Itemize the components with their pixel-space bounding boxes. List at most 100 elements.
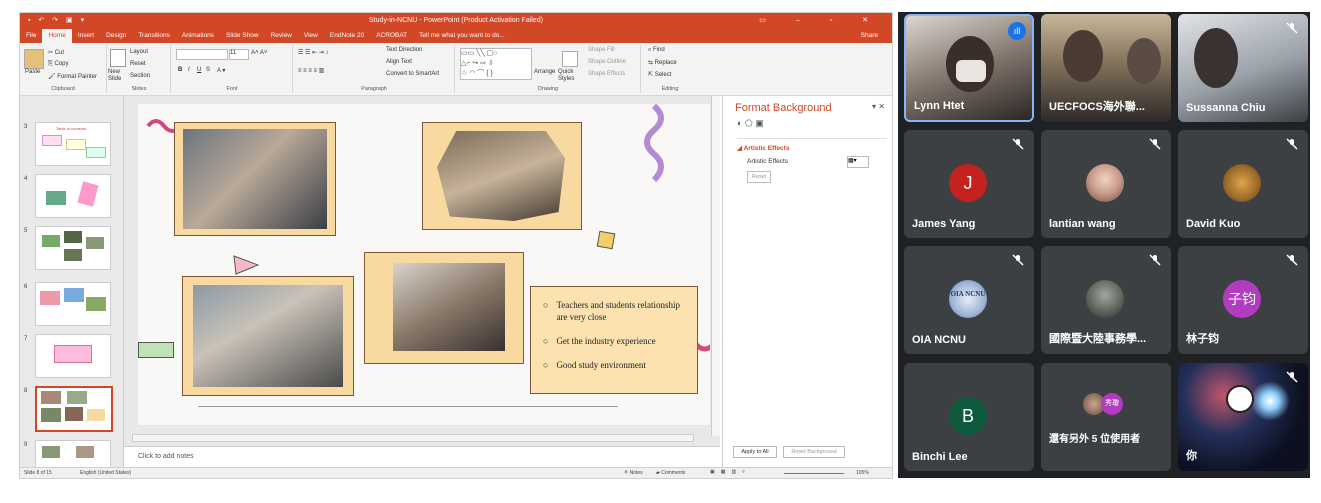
shapes-gallery[interactable]: ▭▭ ╲╲ ▢○ △⌐ ↪ ⇨ ⇩ ☆ ◠ ⌒ { } <box>460 48 532 80</box>
slide-edit-area[interactable]: ○ Teachers and students relationship are … <box>124 96 720 446</box>
ribbon: Paste ✂ Cut ⎘ Copy 🖌 Format Painter Clip… <box>20 43 892 96</box>
font-color-button[interactable]: A ▾ <box>217 67 225 74</box>
self-view-tile[interactable]: 你 <box>1178 363 1308 471</box>
apply-to-all-button[interactable]: Apply to All <box>733 446 777 458</box>
slide-thumbnail-9[interactable] <box>35 440 111 468</box>
tab-view[interactable]: View <box>298 29 324 43</box>
current-slide[interactable]: ○ Teachers and students relationship are … <box>138 104 710 425</box>
slide-thumbnail-4[interactable] <box>35 174 111 218</box>
participant-tile[interactable]: 子钧 林子钧 <box>1178 246 1308 354</box>
convert-smartart-button[interactable]: Convert to SmartArt <box>386 71 439 77</box>
bullet-list[interactable]: ○ Teachers and students relationship are … <box>543 299 691 371</box>
zoom-level[interactable]: 105% <box>856 470 869 476</box>
layout-button[interactable]: Layout <box>130 49 148 55</box>
tab-animations[interactable]: Animations <box>176 29 220 43</box>
bullet-text: Get the industry experience <box>556 336 656 346</box>
notes-toggle[interactable]: ≙ Notes <box>624 470 643 476</box>
new-slide-icon[interactable] <box>110 49 126 67</box>
pane-tab-icons[interactable]: ◐ ⬠ ▣ <box>737 118 764 129</box>
tab-slide-show[interactable]: Slide Show <box>220 29 265 43</box>
align-buttons[interactable]: ≡ ≡ ≡ ≡ ▥ <box>298 67 324 74</box>
tab-transitions[interactable]: Transitions <box>132 29 176 43</box>
tab-endnote[interactable]: EndNote 20 <box>324 29 370 43</box>
bold-button[interactable]: B <box>178 67 182 73</box>
text-direction-button[interactable]: Text Direction <box>386 47 422 53</box>
participant-tile[interactable]: OIA NCNU OIA NCNU <box>904 246 1034 354</box>
comments-toggle[interactable]: ▰ Comments <box>656 470 685 476</box>
cut-button[interactable]: ✂ Cut <box>48 49 64 56</box>
participant-tile[interactable]: lantian wang <box>1041 130 1171 238</box>
participant-tile[interactable]: J James Yang <box>904 130 1034 238</box>
ribbon-tabs: File Home Insert Design Transitions Animation… <box>20 29 892 43</box>
tab-review[interactable]: Review <box>265 29 298 43</box>
underline-button[interactable]: U <box>197 67 201 73</box>
replace-button[interactable]: ⇆ Replace <box>648 59 677 66</box>
photo-frame <box>182 276 354 396</box>
tab-design[interactable]: Design <box>100 29 132 43</box>
vertical-scrollbar[interactable] <box>711 96 720 436</box>
tab-insert[interactable]: Insert <box>72 29 100 43</box>
shape-effects-button[interactable]: Shape Effects <box>588 71 625 77</box>
italic-button[interactable]: I <box>188 67 190 73</box>
select-button[interactable]: ⇱ Select <box>648 71 671 78</box>
zoom-slider[interactable] <box>784 473 844 474</box>
tab-home[interactable]: Home <box>42 29 72 43</box>
slide-thumbnail-5[interactable] <box>35 226 111 270</box>
shadow-button[interactable]: S <box>206 67 210 73</box>
copy-button[interactable]: ⎘ Copy <box>48 61 68 68</box>
slide-thumbnail-6[interactable] <box>35 282 111 326</box>
slide-thumbnail-7[interactable] <box>35 334 111 378</box>
format-painter-button[interactable]: 🖌 Format Painter <box>48 73 97 80</box>
thumb-number: 7 <box>24 336 28 342</box>
artistic-effects-section[interactable]: ◢ Artistic Effects <box>737 144 789 152</box>
mic-off-icon <box>1149 254 1161 266</box>
font-grow-shrink[interactable]: A˄ A˅ <box>251 50 267 56</box>
section-button[interactable]: Section <box>130 73 150 79</box>
quick-styles-icon[interactable] <box>562 51 578 67</box>
share-button[interactable]: Share <box>855 29 884 43</box>
reset-background-button[interactable]: Reset Background <box>783 446 845 458</box>
reset-effects-button[interactable]: Reset <box>747 171 771 183</box>
new-slide-button[interactable]: New Slide <box>108 69 128 83</box>
window-controls[interactable]: ▭ – ▫ ✕ <box>759 16 882 24</box>
close-icon[interactable]: ▾ ✕ <box>872 102 885 111</box>
slide-thumbnail-8[interactable] <box>35 386 113 432</box>
tab-file[interactable]: File <box>20 29 42 43</box>
font-name-select[interactable] <box>176 49 228 60</box>
tab-acrobat[interactable]: ACROBAT <box>370 29 413 43</box>
slide-thumbnail-pane[interactable]: 3 Table of contents 4 5 6 7 8 9 <box>20 96 124 468</box>
group-photo[interactable] <box>183 129 327 229</box>
notes-pane[interactable]: Click to add notes <box>124 446 720 469</box>
align-text-button[interactable]: Align Text <box>386 59 412 65</box>
participant-tile[interactable]: ıll Lynn Htet <box>904 14 1034 122</box>
shape-fill-button[interactable]: Shape Fill <box>588 47 615 53</box>
participant-tile[interactable]: David Kuo <box>1178 130 1308 238</box>
pane-divider <box>737 138 887 139</box>
slide-counter: Slide 8 of 15 <box>24 470 52 476</box>
slide-thumbnail-3[interactable]: Table of contents <box>35 122 111 166</box>
shape-outline-button[interactable]: Shape Outline <box>588 59 626 65</box>
lecture-photo[interactable] <box>393 263 505 351</box>
arrange-button[interactable]: Arrange <box>534 69 555 75</box>
participant-tile[interactable]: Sussanna Chiu <box>1178 14 1308 122</box>
tell-me-search[interactable]: Tell me what you want to do... <box>413 29 511 43</box>
font-size-select[interactable]: 11 <box>229 49 249 60</box>
cooking-photo[interactable] <box>437 131 565 221</box>
reset-button[interactable]: Reset <box>130 61 146 67</box>
participant-tile[interactable]: 國際暨大陸事務學... <box>1041 246 1171 354</box>
paste-icon[interactable] <box>24 49 44 69</box>
view-buttons[interactable]: ▣▦▥▿ <box>710 469 751 475</box>
quick-styles-button[interactable]: Quick Styles <box>558 69 580 83</box>
others-tile[interactable]: 秀瓊 還有另外 5 位使用者 <box>1041 363 1171 471</box>
participant-tile[interactable]: UECFOCS海外聯... <box>1041 14 1171 122</box>
classroom-photo[interactable] <box>193 285 343 387</box>
artistic-effects-dropdown[interactable]: ▦▾ <box>847 156 869 168</box>
thumb-photo <box>42 235 60 247</box>
horizontal-scrollbar[interactable] <box>132 434 694 442</box>
bullets-button[interactable]: ☰ ☰ ⇤ ⇥ ↕ <box>298 49 328 56</box>
find-button[interactable]: ⌕ Find <box>648 47 665 54</box>
participant-tile[interactable]: B Binchi Lee <box>904 363 1034 471</box>
paste-button[interactable]: Paste <box>25 69 40 75</box>
language-status[interactable]: English (United States) <box>80 470 131 476</box>
thumb-photo <box>76 446 94 458</box>
